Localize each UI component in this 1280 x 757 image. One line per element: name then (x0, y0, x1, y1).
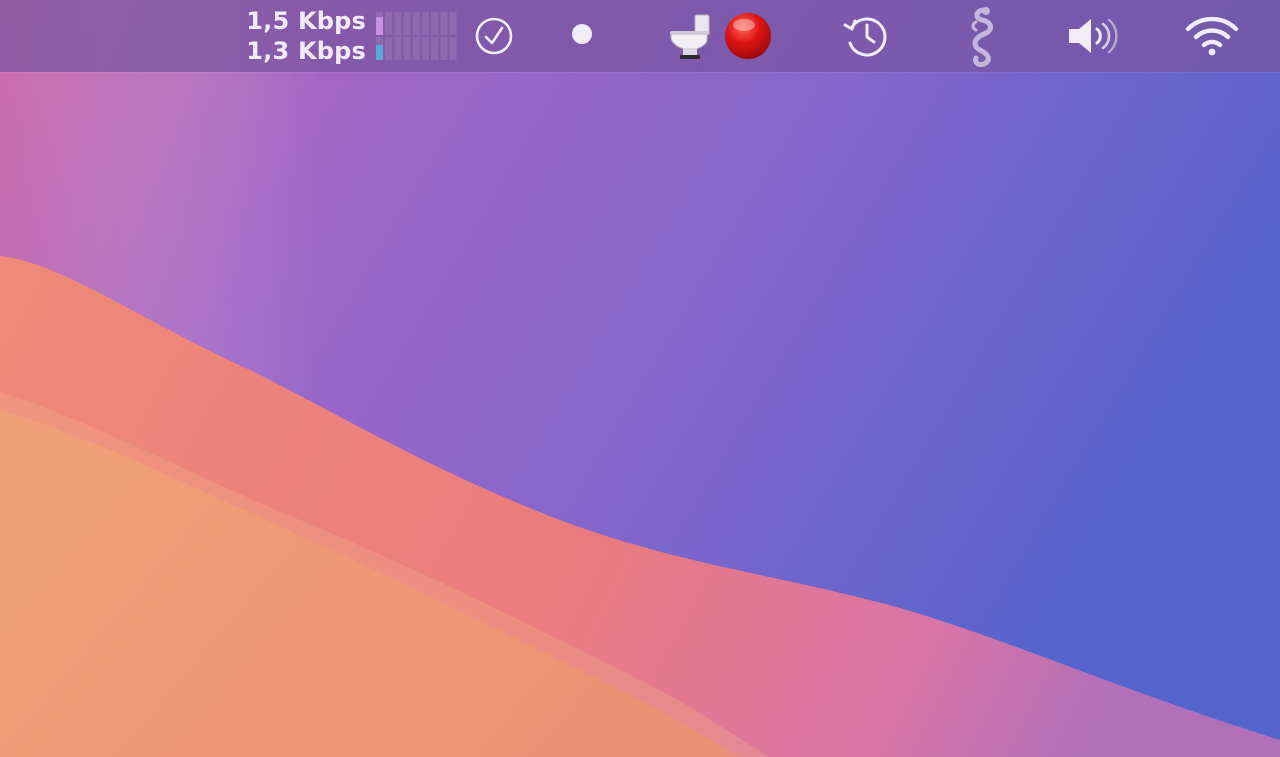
snake-status-item[interactable] (956, 0, 1008, 72)
upload-history-cell (440, 12, 448, 35)
network-graph-icon (376, 12, 457, 60)
download-history-cell (412, 37, 420, 60)
upload-activity-bar (376, 17, 383, 35)
network-speed-readout[interactable]: 1,5 Kbps 1,3 Kbps (226, 0, 366, 72)
upload-history-cell (412, 12, 420, 35)
download-history-cell (385, 37, 393, 60)
snake-icon (971, 7, 993, 67)
download-history-cell (431, 37, 439, 60)
volume-status-item[interactable] (1062, 0, 1130, 72)
download-speed: 1,3 Kbps (246, 36, 366, 65)
wifi-status-item[interactable] (1180, 0, 1244, 72)
wifi-icon (1185, 16, 1239, 56)
download-history-cell (449, 37, 457, 60)
checkmark-status-item[interactable] (468, 0, 520, 72)
time-machine-status-item[interactable] (836, 0, 894, 72)
upload-history-cell (394, 12, 402, 35)
dot-status-item[interactable] (558, 0, 606, 72)
upload-history-cell (403, 12, 411, 35)
record-status-item[interactable] (718, 0, 778, 72)
upload-history-cell (431, 12, 439, 35)
red-record-icon (725, 13, 771, 59)
download-graph (376, 37, 457, 60)
toilet-icon (670, 14, 710, 59)
upload-history-cell (422, 12, 429, 35)
upload-speed: 1,5 Kbps (246, 6, 366, 35)
network-activity-graph[interactable] (374, 0, 462, 72)
desktop-wallpaper (0, 0, 1280, 757)
download-history-cell (440, 37, 448, 60)
menu-bar: 1,5 Kbps 1,3 Kbps (0, 0, 1280, 72)
download-history-cell (422, 37, 429, 60)
download-history-cell (394, 37, 402, 60)
speaker-volume-icon (1069, 18, 1118, 54)
clock-history-icon (843, 17, 887, 57)
checkmark-circle-icon (475, 17, 513, 55)
dot-icon (572, 24, 592, 44)
upload-history-cell (385, 12, 393, 35)
download-activity-bar (376, 45, 383, 60)
upload-graph (376, 12, 457, 35)
upload-history-cell (449, 12, 457, 35)
toilet-status-item[interactable] (664, 0, 716, 72)
download-history-cell (403, 37, 411, 60)
